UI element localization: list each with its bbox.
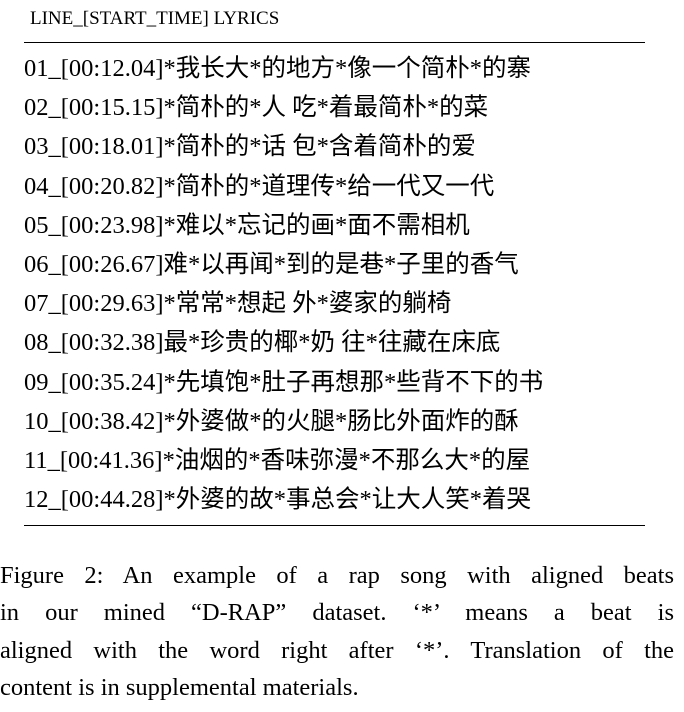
caption-line: aligned with the word right after ‘*’. T… xyxy=(0,636,674,664)
caption-line: Figure 2: An example of a rap song with … xyxy=(0,562,674,589)
table-bottom-rule xyxy=(24,525,645,527)
lyric-line: 04_[00:20.82]*简朴的*道理传*给一代又一代 xyxy=(24,172,495,200)
lyric-line: 09_[00:35.24]*先填饱*肚子再想那*些背不下的书 xyxy=(24,368,544,396)
table-header: LINE_[START_TIME] LYRICS xyxy=(30,8,280,29)
figure-caption: Figure 2: An example of a rap song with … xyxy=(0,557,674,706)
lyric-line: 08_[00:32.38]最*珍贵的椰*奶 往*往藏在床底 xyxy=(24,329,501,357)
lyric-line: 03_[00:18.01]*简朴的*话 包*含着简朴的爱 xyxy=(24,133,476,161)
lyric-line: 12_[00:44.28]*外婆的故*事总会*让大人笑*着哭 xyxy=(24,486,531,514)
lyrics-table: LINE_[START_TIME] LYRICS 01_[00:12.04]*我… xyxy=(24,0,645,527)
lyric-line: 01_[00:12.04]*我长大*的地方*像一个简朴*的寨 xyxy=(24,55,531,82)
lyric-line: 02_[00:15.15]*简朴的*人 吃*着最简朴*的菜 xyxy=(24,94,489,122)
lyric-line: 05_[00:23.98]*难以*忘记的画*面不需相机 xyxy=(24,211,470,239)
lyric-line: 11_[00:41.36]*油烟的*香味弥漫*不那么大*的屋 xyxy=(24,446,531,474)
lyric-line: 07_[00:29.63]*常常*想起 外*婆家的躺椅 xyxy=(24,290,452,318)
table-body: 01_[00:12.04]*我长大*的地方*像一个简朴*的寨 02_[00:15… xyxy=(24,43,645,519)
lyric-line: 06_[00:26.67]难*以再闻*到的是巷*子里的香气 xyxy=(24,250,519,278)
caption-line: in our mined “D-RAP” dataset. ‘*’ means … xyxy=(0,599,674,627)
caption-line: content is in supplemental materials. xyxy=(0,673,359,701)
lyric-line: 10_[00:38.42]*外婆做*的火腿*肠比外面炸的酥 xyxy=(24,407,519,435)
